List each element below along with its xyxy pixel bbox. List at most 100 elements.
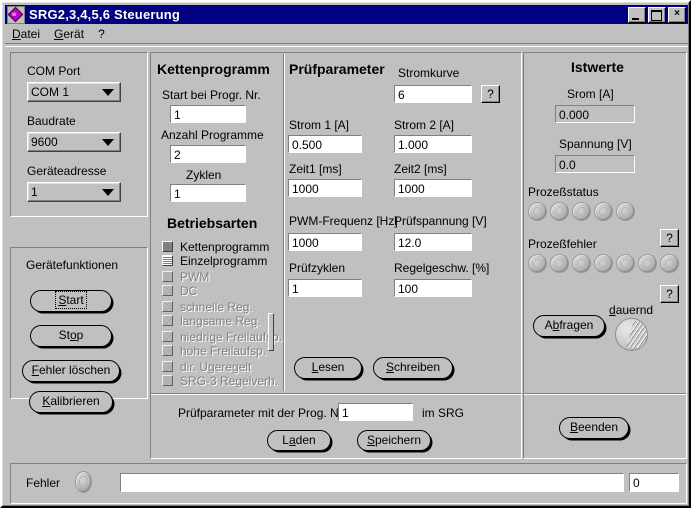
mode-label-5: langsame Reg. [180,314,261,328]
mode-label-3: DC [180,284,198,298]
read-button[interactable]: Lesen [294,357,362,379]
status-led-1 [550,202,569,221]
continuous-toggle[interactable] [615,318,648,351]
menu-item-datei[interactable]: DDateiatei [5,26,47,42]
test-voltage-input[interactable]: 12.0 [394,233,472,251]
baudrate-label: Baudrate [27,114,76,128]
program-count-label: Anzahl Programme [161,128,264,142]
error-count-field[interactable]: 0 [629,473,679,492]
actual-values-panel [523,52,687,395]
control-speed-label: Regelgeschw. [%] [394,261,490,275]
process-status-label: Prozeßstatus [528,185,599,199]
save-button[interactable]: Speichern [357,430,431,451]
process-error-help-button[interactable]: ? [660,285,679,303]
chevron-down-icon [102,189,114,196]
program-store-panel [150,393,522,459]
mode-indicator-6 [162,331,173,342]
pwm-frequency-label: PWM-Frequenz [Hz] [289,214,398,228]
actual-values-title: Istwerte [571,59,624,75]
program-count-input[interactable]: 2 [170,145,246,163]
start-prog-input[interactable]: 1 [170,105,246,123]
maximize-button[interactable] [648,6,666,23]
error-led-1 [550,254,569,273]
voltage-label: Spannung [V] [559,137,632,151]
menu-item-geraet[interactable]: Gerät [47,26,91,42]
menu-item-help[interactable]: ? [91,26,112,42]
baudrate-select[interactable]: 9600 [27,132,121,152]
mode-label-0[interactable]: Kettenprogramm [180,240,269,254]
status-led-3 [594,202,613,221]
continuous-label: dauernd [609,303,654,317]
control-speed-input[interactable]: 100 [394,279,472,297]
column-divider [283,54,285,391]
modes-title: Betriebsarten [167,215,258,231]
chevron-down-icon [102,89,114,96]
strom1-input[interactable]: 0.500 [288,135,362,153]
stromkurve-input[interactable]: 6 [394,85,472,103]
mode-label-6: niedrige Freilaufsp. [180,330,283,344]
program-store-suffix-label: im SRG [422,406,464,420]
pwm-frequency-input[interactable]: 1000 [288,233,362,251]
cycles-label: Zyklen [186,168,222,182]
app-icon: w [7,5,25,24]
start-prog-label: Start bei Progr. Nr. [162,88,261,102]
status-error-label: Fehler [26,476,61,490]
process-status-help-button[interactable]: ? [660,229,679,247]
current-label: Srom [A] [567,87,614,101]
menu-bar: DDateiatei Gerät ? [5,25,688,43]
baudrate-value: 9600 [31,135,58,149]
close-icon[interactable]: × [668,6,686,23]
clear-errors-button[interactable]: Fehler löschen [22,360,120,382]
stromkurve-help-button[interactable]: ? [481,85,500,103]
mode-indicator-7 [162,345,173,356]
mode-label-1[interactable]: Einzelprogramm [180,254,267,268]
mode-indicator-1[interactable] [162,255,173,266]
strom1-label: Strom 1 [A] [289,118,350,132]
start-button[interactable]: Start [30,290,112,312]
chevron-down-icon [102,139,114,146]
device-functions-title: Gerätefunktionen [26,258,119,272]
strom2-label: Strom 2 [A] [394,118,455,132]
test-cycles-label: Prüfzyklen [289,261,346,275]
device-address-label: Geräteadresse [27,164,107,178]
calibrate-button[interactable]: Kalibrieren [29,391,113,413]
cycles-input[interactable]: 1 [170,184,246,202]
exit-button[interactable]: Beenden [559,417,629,439]
test-voltage-label: Prüfspannung [V] [394,214,487,228]
error-led-4 [616,254,635,273]
zeit1-label: Zeit1 [ms] [289,162,342,176]
device-address-select[interactable]: 1 [27,182,121,202]
zeit1-input[interactable]: 1000 [288,179,362,197]
title-bar-buttons: × [628,6,686,23]
program-number-input[interactable]: 1 [338,403,413,421]
error-led-0 [528,254,547,273]
application-window: w SRG2,3,4,5,6 Steuerung × DDateiatei Ge… [0,0,691,508]
mode-label-8: dir. Ugeregelt [180,360,252,374]
status-message-field[interactable] [120,473,624,492]
com-port-select[interactable]: COM 1 [27,82,121,102]
stop-button[interactable]: Stop [30,325,112,347]
mode-label-7: hohe Freilaufsp. [180,344,267,358]
mode-indicator-5 [162,315,173,326]
status-led-4 [616,202,635,221]
mode-indicator-2 [162,271,173,282]
mode-indicator-9 [162,375,173,386]
zeit2-label: Zeit2 [ms] [394,162,447,176]
mode-label-2: PWM [180,270,210,284]
error-led-2 [572,254,591,273]
stromkurve-label: Stromkurve [398,66,460,80]
mode-indicator-3 [162,285,173,296]
zeit2-input[interactable]: 1000 [394,179,472,197]
com-port-value: COM 1 [31,85,70,99]
error-led-3 [594,254,613,273]
minimize-button[interactable] [628,6,646,23]
modes-scroll-handle[interactable] [268,313,274,351]
load-button[interactable]: Laden [267,430,331,451]
strom2-input[interactable]: 1.000 [394,135,472,153]
mode-indicator-0[interactable] [162,241,173,252]
error-led-6 [660,254,679,273]
query-button[interactable]: Abfragen [533,315,605,337]
test-cycles-input[interactable]: 1 [288,279,362,297]
program-store-prefix-label: Prüfparameter mit der Prog. Nr. [178,406,346,420]
write-button[interactable]: Schreiben [373,357,453,379]
